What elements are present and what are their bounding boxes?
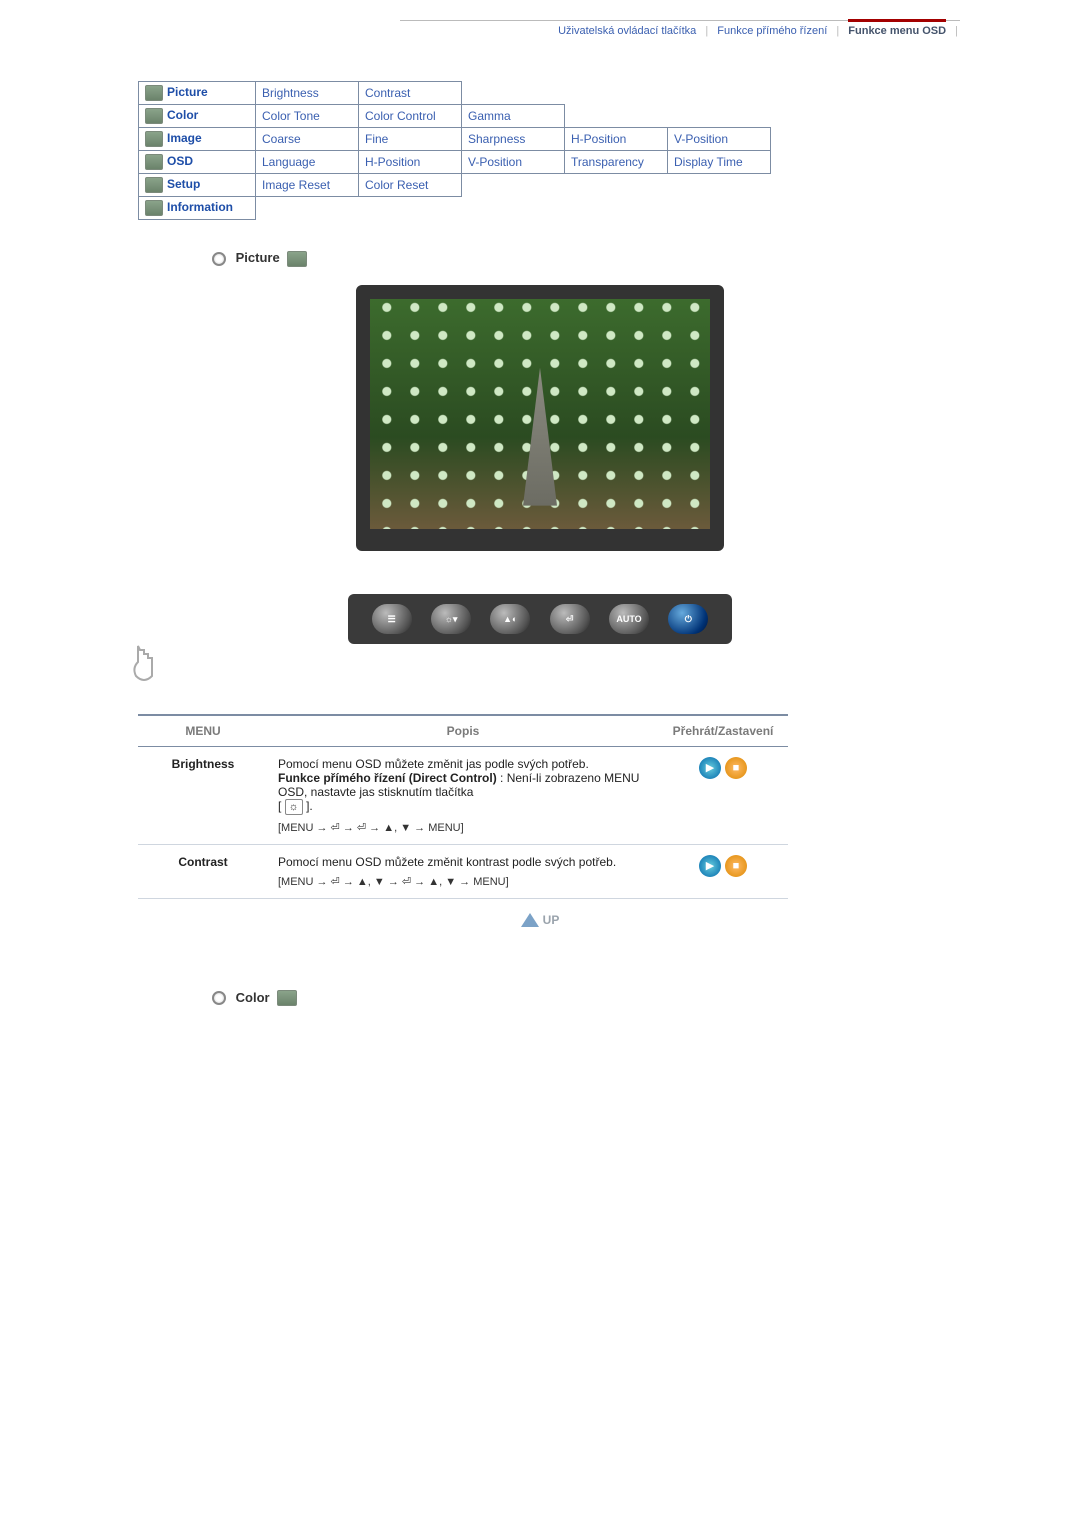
brightness-glyph-icon: ☼	[285, 799, 303, 815]
row-contrast-label: Contrast	[138, 844, 268, 898]
color-icon	[145, 108, 163, 124]
nav-link[interactable]: Fine	[359, 128, 462, 151]
nav-link[interactable]: V-Position	[668, 128, 771, 151]
info-icon	[145, 200, 163, 216]
picture-icon	[287, 251, 307, 267]
nav-link[interactable]: Language	[256, 151, 359, 174]
play-button[interactable]: ▶	[699, 855, 721, 877]
enter-button-icon: ⏎	[550, 604, 590, 634]
col-play: Přehrát/Zastavení	[658, 715, 788, 747]
play-button[interactable]: ▶	[699, 757, 721, 779]
nav-cat-image[interactable]: Image	[139, 128, 256, 151]
nav-cat-osd[interactable]: OSD	[139, 151, 256, 174]
nav-link[interactable]: H-Position	[359, 151, 462, 174]
nav-cat-picture[interactable]: Picture	[139, 82, 256, 105]
osd-icon	[145, 154, 163, 170]
nav-link[interactable]: V-Position	[462, 151, 565, 174]
setup-icon	[145, 177, 163, 193]
table-row: Contrast Pomocí menu OSD můžete změnit k…	[138, 844, 788, 898]
separator: |	[705, 25, 708, 37]
section-color-heading: Color	[212, 990, 960, 1007]
tab-direct-control[interactable]: Funkce přímého řízení	[717, 25, 827, 37]
menu-path: [MENU → ⏎ → ⏎ → ▲, ▼ → MENU]	[278, 821, 648, 834]
nav-link[interactable]: Contrast	[359, 82, 462, 105]
nav-link[interactable]: Display Time	[668, 151, 771, 174]
nav-link[interactable]: Color Reset	[359, 174, 462, 197]
back-to-top-button[interactable]: UP	[521, 913, 560, 927]
top-tabs: Uživatelská ovládací tlačítka | Funkce p…	[400, 20, 960, 41]
nav-link[interactable]: Coarse	[256, 128, 359, 151]
nav-cat-information[interactable]: Information	[139, 197, 256, 220]
menu-path: [MENU → ⏎ → ▲, ▼ → ⏎ → ▲, ▼ → MENU]	[278, 875, 648, 888]
sample-image	[370, 299, 710, 529]
tab-user-controls[interactable]: Uživatelská ovládací tlačítka	[558, 25, 696, 37]
nav-link[interactable]: Sharpness	[462, 128, 565, 151]
bullet-icon	[212, 252, 226, 266]
separator: |	[955, 25, 958, 37]
contrast-button-icon: ▲◐	[490, 604, 530, 634]
nav-link[interactable]: H-Position	[565, 128, 668, 151]
separator: |	[836, 25, 839, 37]
nav-cat-setup[interactable]: Setup	[139, 174, 256, 197]
color-icon	[277, 990, 297, 1006]
power-button-icon: ⏻	[668, 604, 708, 634]
table-row: Brightness Pomocí menu OSD můžete změnit…	[138, 746, 788, 844]
nav-grid: Picture Brightness Contrast Color Color …	[138, 81, 771, 220]
nav-link[interactable]: Brightness	[256, 82, 359, 105]
brightness-button-icon: ☼▾	[431, 604, 471, 634]
up-arrow-icon	[521, 913, 539, 927]
row-brightness-desc: Pomocí menu OSD můžete změnit jas podle …	[268, 746, 658, 844]
section-picture-heading: Picture	[212, 250, 960, 267]
nav-link[interactable]: Image Reset	[256, 174, 359, 197]
monitor-bezel-buttons: ☰ ☼▾ ▲◐ ⏎ AUTO ⏻	[348, 594, 733, 644]
stop-button[interactable]: ■	[725, 855, 747, 877]
monitor-preview	[356, 285, 724, 551]
col-desc: Popis	[268, 715, 658, 747]
auto-button-icon: AUTO	[609, 604, 649, 634]
picture-icon	[145, 85, 163, 101]
menu-button-icon: ☰	[372, 604, 412, 634]
nav-link[interactable]: Color Control	[359, 105, 462, 128]
nav-cat-color[interactable]: Color	[139, 105, 256, 128]
image-icon	[145, 131, 163, 147]
nav-link[interactable]: Transparency	[565, 151, 668, 174]
tab-osd-menu[interactable]: Funkce menu OSD	[848, 19, 946, 37]
row-contrast-desc: Pomocí menu OSD můžete změnit kontrast p…	[268, 844, 658, 898]
hand-pointer-icon	[124, 644, 164, 684]
nav-link[interactable]: Gamma	[462, 105, 565, 128]
description-table: MENU Popis Přehrát/Zastavení Brightness …	[138, 714, 788, 899]
stop-button[interactable]: ■	[725, 757, 747, 779]
row-brightness-label: Brightness	[138, 746, 268, 844]
col-menu: MENU	[138, 715, 268, 747]
nav-link[interactable]: Color Tone	[256, 105, 359, 128]
bullet-icon	[212, 991, 226, 1005]
